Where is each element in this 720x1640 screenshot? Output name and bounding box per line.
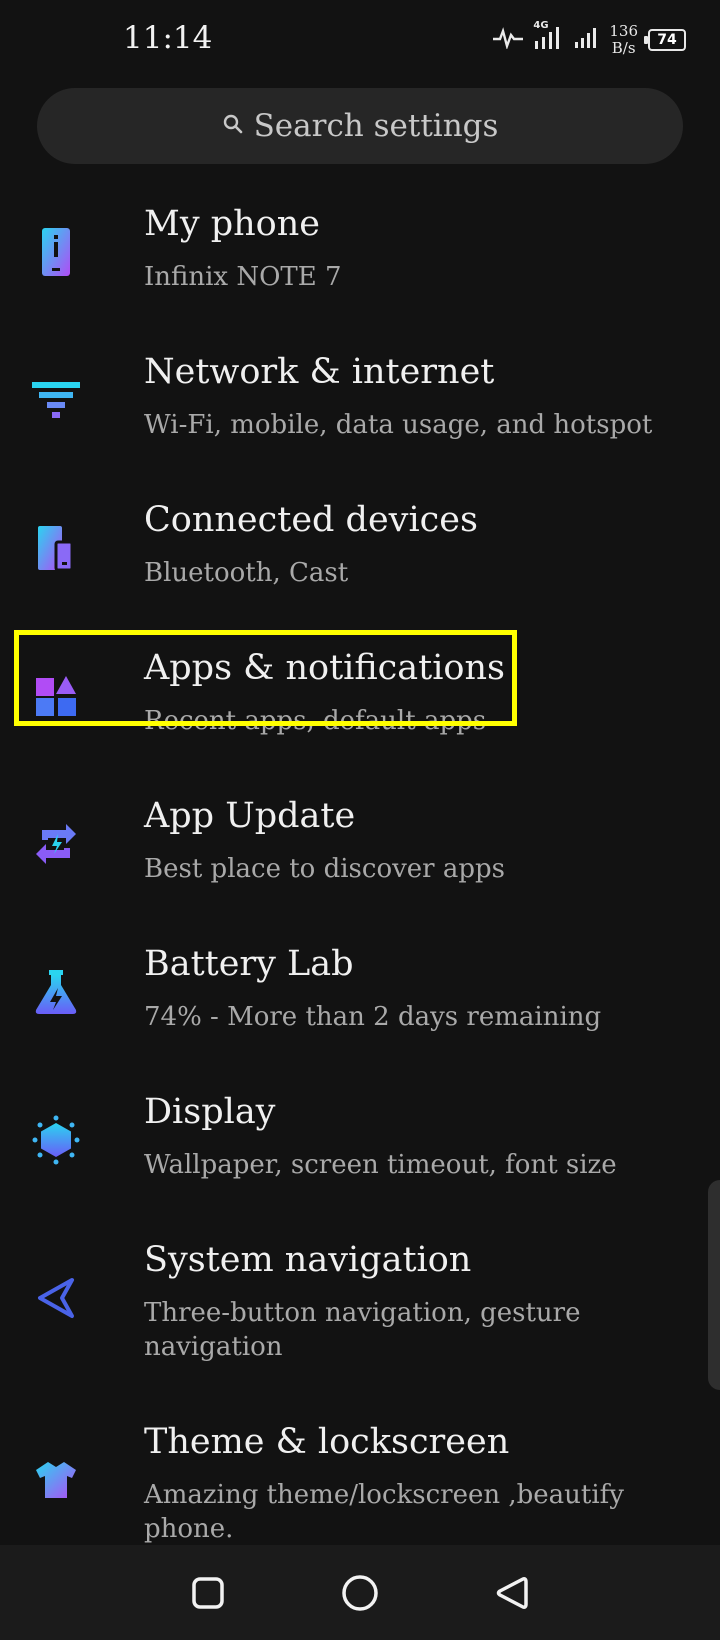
network-icon	[30, 374, 82, 426]
signal-icon	[573, 26, 599, 54]
settings-item-subtitle: Bluetooth, Cast	[144, 558, 349, 588]
settings-item-title: Theme & lockscreen	[144, 1422, 510, 1462]
settings-item-title: App Update	[144, 796, 356, 836]
settings-item-title: Network & internet	[144, 352, 495, 392]
settings-item-network[interactable]: Network & internet Wi-Fi, mobile, data u…	[0, 338, 720, 486]
battery-icon: 74	[644, 29, 686, 51]
settings-item-subtitle: Best place to discover apps	[144, 854, 506, 884]
battery-lab-icon	[30, 966, 82, 1018]
app-update-icon	[30, 818, 82, 870]
settings-item-display[interactable]: Display Wallpaper, screen timeout, font …	[0, 1078, 720, 1226]
phone-info-icon	[30, 226, 82, 278]
activity-icon	[493, 27, 524, 53]
recents-icon[interactable]	[187, 1572, 229, 1614]
search-icon	[222, 113, 244, 139]
status-bar: 11:14 4G 136 B/s 74	[0, 0, 720, 80]
settings-item-subtitle: Amazing theme/lockscreen ,beautify phone…	[144, 1480, 624, 1544]
scrollbar-thumb[interactable]	[708, 1180, 720, 1390]
status-time: 11:14	[123, 20, 213, 56]
battery-level: 74	[657, 32, 677, 48]
speed-unit: B/s	[611, 39, 636, 57]
status-icons: 4G 136 B/s 74	[493, 18, 686, 62]
settings-item-title: Connected devices	[144, 500, 478, 540]
settings-item-subtitle: 74% - More than 2 days remaining	[144, 1002, 602, 1032]
network-speed: 136 B/s	[609, 23, 638, 57]
settings-item-my-phone[interactable]: My phone Infinix NOTE 7	[0, 190, 720, 338]
speed-value: 136	[609, 22, 638, 40]
settings-item-subtitle: Infinix NOTE 7	[144, 262, 342, 292]
highlight-box	[14, 630, 517, 726]
settings-item-subtitle: Wi-Fi, mobile, data usage, and hotspot	[144, 410, 653, 440]
theme-icon	[30, 1454, 82, 1506]
settings-item-battery-lab[interactable]: Battery Lab 74% - More than 2 days remai…	[0, 930, 720, 1078]
search-placeholder: Search settings	[253, 108, 499, 144]
navigation-icon	[30, 1272, 82, 1324]
settings-item-title: My phone	[144, 204, 321, 244]
display-icon	[30, 1114, 82, 1166]
settings-item-system-navigation[interactable]: System navigation Three-button navigatio…	[0, 1226, 720, 1374]
home-icon[interactable]	[339, 1572, 381, 1614]
network-type-label: 4G	[533, 20, 549, 31]
settings-item-title: System navigation	[144, 1240, 472, 1280]
settings-item-connected-devices[interactable]: Connected devices Bluetooth, Cast	[0, 486, 720, 634]
signal-4g-icon: 4G	[533, 20, 563, 55]
settings-item-title: Battery Lab	[144, 944, 354, 984]
settings-item-title: Display	[144, 1092, 276, 1132]
connected-devices-icon	[30, 522, 82, 574]
back-icon[interactable]	[491, 1572, 533, 1614]
settings-item-theme-lockscreen[interactable]: Theme & lockscreen Amazing theme/lockscr…	[0, 1408, 720, 1556]
navigation-bar	[0, 1545, 720, 1640]
search-bar[interactable]: Search settings	[37, 88, 683, 164]
settings-item-subtitle: Three-button navigation, gesture navigat…	[144, 1298, 581, 1362]
settings-item-subtitle: Wallpaper, screen timeout, font size	[144, 1150, 617, 1180]
settings-item-app-update[interactable]: App Update Best place to discover apps	[0, 782, 720, 930]
